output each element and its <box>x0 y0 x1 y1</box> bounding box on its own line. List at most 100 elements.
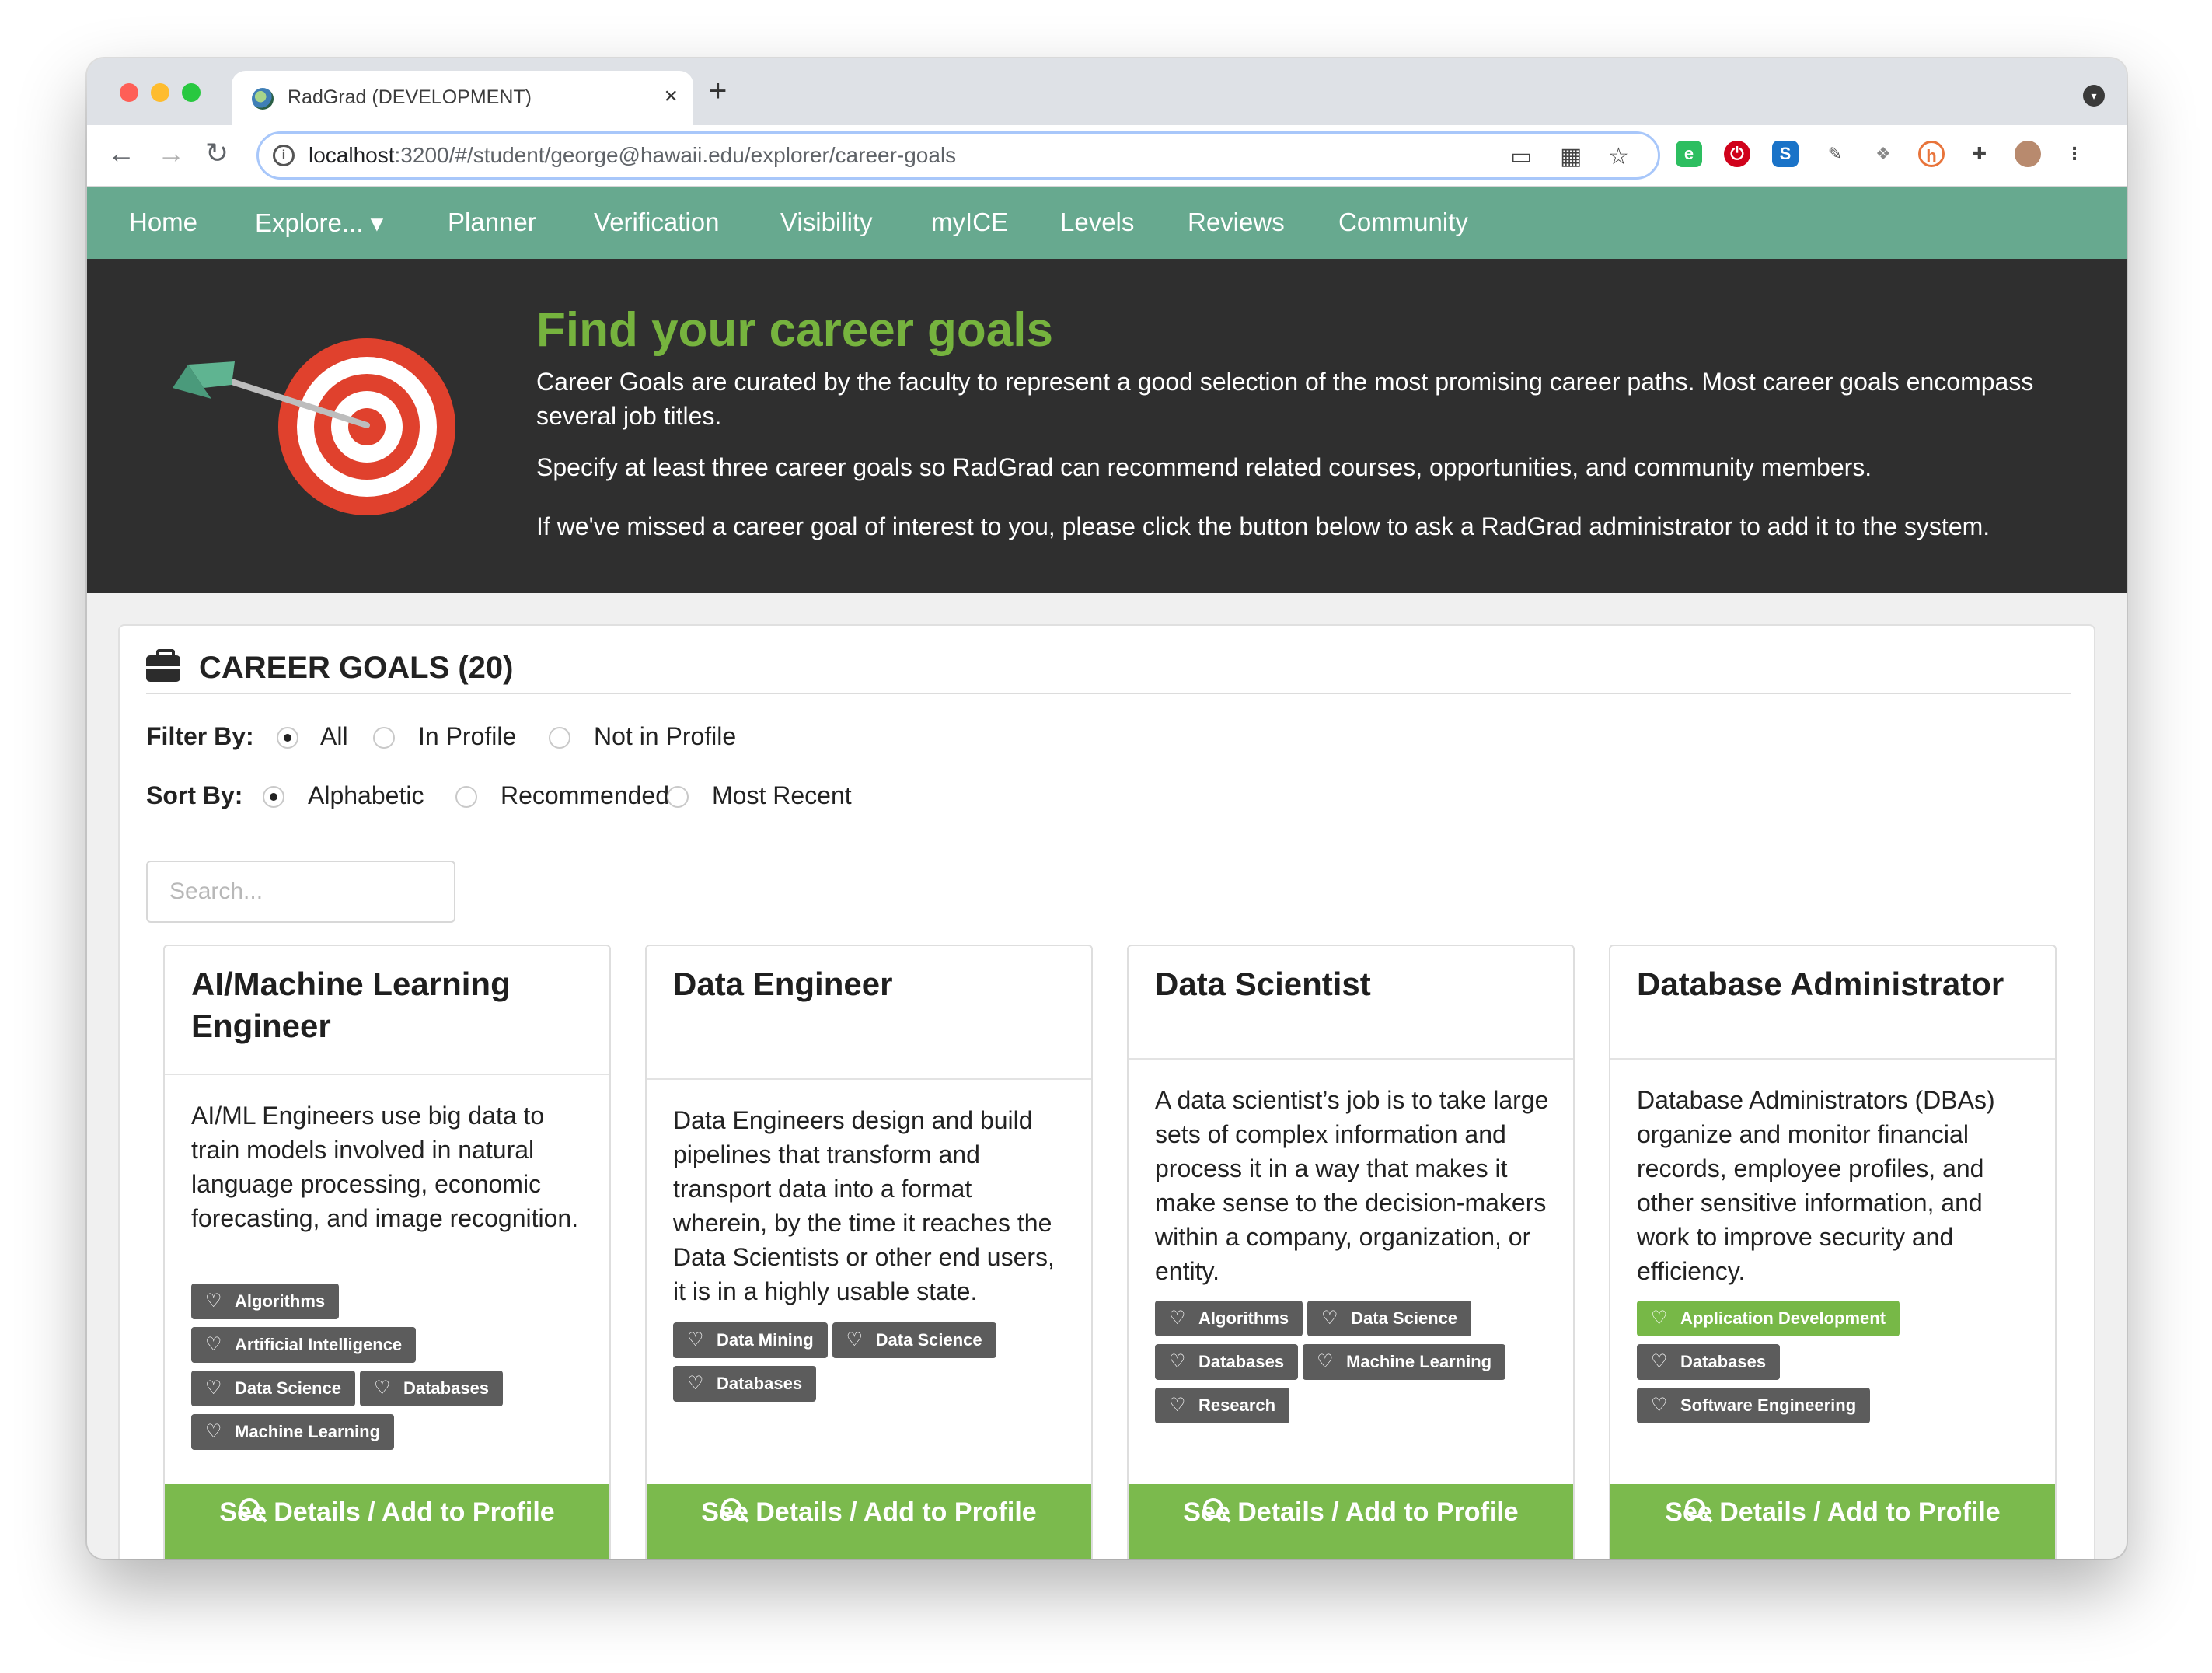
heart-icon: ♡ <box>205 1291 222 1312</box>
nav-home[interactable]: Home <box>129 208 197 237</box>
card-tags: ♡ Algorithms ♡ Data Science ♡ Databases ♡ Mach… <box>1155 1301 1551 1431</box>
nav-reviews[interactable]: Reviews <box>1188 208 1285 237</box>
sort-row: Sort By: Alphabetic Recommended Most Rec… <box>146 781 1001 812</box>
see-details-button[interactable]: See Details / Add to Profile <box>1129 1484 1573 1559</box>
tab-search-icon[interactable]: ▾ <box>2083 85 2105 107</box>
career-goal-card-ai-ml: AI/Machine Learning Engineer AI/ML Engin… <box>163 945 611 1559</box>
nav-visibility[interactable]: Visibility <box>780 208 873 237</box>
card-title[interactable]: Data Engineer <box>673 963 1069 1005</box>
tab-close-icon[interactable]: × <box>664 83 678 110</box>
sort-alphabetic-radio[interactable] <box>263 786 284 808</box>
tag-data-mining[interactable]: ♡ Data Mining <box>673 1322 828 1358</box>
nav-verification[interactable]: Verification <box>594 208 719 237</box>
honey-icon[interactable]: h <box>1918 141 1945 167</box>
tag-algorithms[interactable]: ♡ Algorithms <box>191 1284 340 1319</box>
filter-not-in-profile-radio[interactable] <box>549 727 570 749</box>
tag-databases[interactable]: ♡ Databases <box>673 1366 817 1402</box>
card-title[interactable]: AI/Machine Learning Engineer <box>191 963 588 1047</box>
evernote-icon[interactable]: e <box>1676 141 1702 167</box>
target-arrow-icon <box>173 338 455 515</box>
nav-levels[interactable]: Levels <box>1060 208 1134 237</box>
sort-recommended-label[interactable]: Recommended <box>501 781 669 810</box>
card-divider <box>165 1074 609 1075</box>
card-title[interactable]: Data Scientist <box>1155 963 1551 1005</box>
career-goal-card-data-scientist: Data Scientist A data scientist’s job is… <box>1127 945 1575 1559</box>
see-details-button[interactable]: See Details / Add to Profile <box>1610 1484 2055 1559</box>
search-input[interactable] <box>146 861 455 923</box>
career-goal-card-data-engineer: Data Engineer Data Engineers design and … <box>645 945 1093 1559</box>
tag-research[interactable]: ♡ Research <box>1155 1388 1290 1423</box>
see-details-button[interactable]: See Details / Add to Profile <box>647 1484 1091 1559</box>
main-content: CAREER GOALS (20) Filter By: All In Prof… <box>87 593 2127 1559</box>
cast-icon[interactable]: ▭ <box>1510 143 1532 170</box>
tag-databases[interactable]: ♡ Databases <box>359 1371 504 1406</box>
close-window-button[interactable] <box>120 83 138 102</box>
hero-banner: Find your career goals Career Goals are … <box>87 259 2127 593</box>
heart-icon: ♡ <box>1317 1351 1334 1372</box>
filter-not-in-profile-label[interactable]: Not in Profile <box>594 722 736 751</box>
nav-explore-dropdown[interactable]: Explore... ▾ <box>255 208 383 238</box>
card-description: A data scientist’s job is to take large … <box>1155 1086 1549 1285</box>
filter-in-profile-label[interactable]: In Profile <box>418 722 516 751</box>
tag-algorithms[interactable]: ♡ Algorithms <box>1155 1301 1303 1336</box>
adblock-icon[interactable]: ⏻ <box>1724 141 1750 167</box>
sort-most-recent-label[interactable]: Most Recent <box>712 781 852 810</box>
profile-avatar[interactable] <box>2015 141 2041 167</box>
address-bar[interactable]: i localhost:3200/#/student/george@hawaii… <box>256 131 1660 180</box>
back-arrow-icon[interactable]: ← <box>107 136 135 170</box>
panel-title: CAREER GOALS (20) <box>199 651 514 685</box>
qr-code-icon[interactable]: ▦ <box>1560 143 1582 170</box>
browser-tab[interactable]: RadGrad (DEVELOPMENT) × <box>232 71 693 125</box>
filter-all-label[interactable]: All <box>320 722 348 751</box>
tag-machine-learning[interactable]: ♡ Machine Learning <box>191 1414 395 1450</box>
heart-icon: ♡ <box>1651 1395 1668 1416</box>
site-info-icon[interactable]: i <box>273 145 295 166</box>
dropbox-icon[interactable]: ❖ <box>1870 141 1896 167</box>
tag-software-engineering[interactable]: ♡ Software Engineering <box>1637 1388 1871 1423</box>
sort-alphabetic-label[interactable]: Alphabetic <box>308 781 424 810</box>
browser-menu-icon[interactable]: ⋮ <box>2061 141 2088 167</box>
sort-most-recent-radio[interactable] <box>667 786 689 808</box>
nav-community[interactable]: Community <box>1338 208 1468 237</box>
sort-label: Sort By: <box>146 781 243 809</box>
reload-icon[interactable]: ↻ <box>205 136 229 170</box>
filter-in-profile-radio[interactable] <box>373 727 395 749</box>
card-tags: ♡ Application Development ♡ Databases ♡ Sof… <box>1637 1301 2033 1431</box>
tab-title: RadGrad (DEVELOPMENT) <box>288 86 532 108</box>
hero-paragraph-1: Career Goals are curated by the faculty … <box>536 368 2034 430</box>
tag-application-development[interactable]: ♡ Application Development <box>1637 1301 1900 1336</box>
eyedropper-icon[interactable]: ✎ <box>1822 141 1848 167</box>
card-divider <box>1129 1058 1573 1060</box>
url-text[interactable]: localhost:3200/#/student/george@hawaii.e… <box>309 143 956 168</box>
nav-myice[interactable]: myICE <box>931 208 1008 237</box>
radgrad-favicon-icon <box>252 88 274 110</box>
heart-icon: ♡ <box>1321 1308 1338 1329</box>
forward-arrow-icon[interactable]: → <box>157 136 185 170</box>
briefcase-icon <box>146 649 180 682</box>
sort-recommended-radio[interactable] <box>455 786 477 808</box>
career-goals-panel: CAREER GOALS (20) Filter By: All In Prof… <box>118 624 2095 1559</box>
tab-strip: RadGrad (DEVELOPMENT) × + ▾ <box>87 58 2127 125</box>
tag-data-science[interactable]: ♡ Data Science <box>832 1322 996 1358</box>
heart-icon: ♡ <box>205 1334 222 1355</box>
bookmark-star-icon[interactable]: ☆ <box>1608 143 1629 170</box>
see-details-button[interactable]: See Details / Add to Profile <box>165 1484 609 1559</box>
tag-artificial-intelligence[interactable]: ♡ Artificial Intelligence <box>191 1327 417 1363</box>
card-divider <box>1610 1058 2055 1060</box>
tag-databases[interactable]: ♡ Databases <box>1155 1344 1299 1380</box>
heart-icon: ♡ <box>1169 1351 1186 1372</box>
tag-data-science[interactable]: ♡ Data Science <box>191 1371 355 1406</box>
filter-all-radio[interactable] <box>277 727 298 749</box>
tag-data-science[interactable]: ♡ Data Science <box>1307 1301 1472 1336</box>
hero-title: Find your career goals <box>536 303 1053 357</box>
minimize-window-button[interactable] <box>151 83 169 102</box>
tag-machine-learning[interactable]: ♡ Machine Learning <box>1303 1344 1506 1380</box>
s-extension-icon[interactable]: S <box>1772 141 1799 167</box>
tag-databases[interactable]: ♡ Databases <box>1637 1344 1781 1380</box>
new-tab-button[interactable]: + <box>709 75 727 107</box>
maximize-window-button[interactable] <box>182 83 201 102</box>
card-title[interactable]: Database Administrator <box>1637 963 2033 1005</box>
nav-planner[interactable]: Planner <box>448 208 536 237</box>
browser-window: RadGrad (DEVELOPMENT) × + ▾ ← → ↻ i loca… <box>87 58 2127 1559</box>
extensions-puzzle-icon[interactable]: ✚ <box>1966 141 1993 167</box>
